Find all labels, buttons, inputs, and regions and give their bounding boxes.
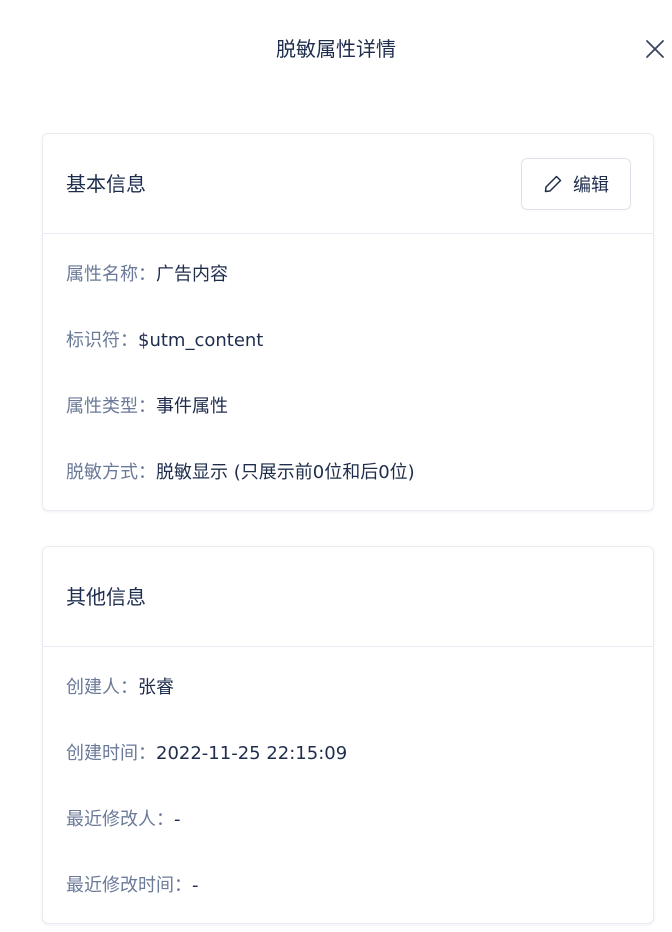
other-info-card: 其他信息 创建人：张睿 创建时间：2022-11-25 22:15:09 最近修…: [42, 546, 654, 924]
drawer-title: 脱敏属性详情: [276, 37, 396, 61]
edit-button-label: 编辑: [573, 175, 609, 196]
field-label: 脱敏方式：: [66, 462, 156, 483]
field-value: 脱敏显示 (只展示前0位和后0位): [156, 462, 415, 483]
field-label: 属性类型：: [66, 396, 156, 417]
field-value: 2022-11-25 22:15:09: [156, 743, 348, 764]
field-identifier: 标识符：$utm_content: [66, 328, 263, 354]
field-attribute-type: 属性类型：事件属性: [66, 394, 228, 420]
pencil-icon: [544, 175, 562, 193]
field-created-time: 创建时间：2022-11-25 22:15:09: [66, 741, 347, 767]
field-value: -: [174, 809, 181, 830]
field-masking-method: 脱敏方式：脱敏显示 (只展示前0位和后0位): [66, 460, 415, 486]
field-value: 张睿: [138, 677, 174, 698]
field-label: 最近修改人：: [66, 809, 174, 830]
field-value: $utm_content: [138, 330, 264, 351]
field-label: 属性名称：: [66, 264, 156, 285]
field-attribute-name: 属性名称：广告内容: [66, 262, 228, 288]
other-info-title: 其他信息: [66, 585, 146, 609]
field-last-modified-time: 最近修改时间：-: [66, 873, 199, 899]
field-creator: 创建人：张睿: [66, 675, 174, 701]
field-value: 事件属性: [156, 396, 228, 417]
field-value: 广告内容: [156, 264, 228, 285]
basic-info-header: 基本信息 编辑: [43, 134, 653, 234]
close-icon[interactable]: [644, 38, 666, 60]
other-info-header: 其他信息: [43, 547, 653, 647]
field-label: 标识符：: [66, 330, 138, 351]
field-value: -: [192, 875, 199, 896]
edit-button[interactable]: 编辑: [521, 158, 631, 210]
field-label: 最近修改时间：: [66, 875, 192, 896]
field-label: 创建时间：: [66, 743, 156, 764]
basic-info-title: 基本信息: [66, 172, 146, 196]
field-last-modifier: 最近修改人：-: [66, 807, 181, 833]
basic-info-card: 基本信息 编辑 属性名称：广告内容 标识符：$utm_content 属性类型：…: [42, 133, 654, 511]
field-label: 创建人：: [66, 677, 138, 698]
